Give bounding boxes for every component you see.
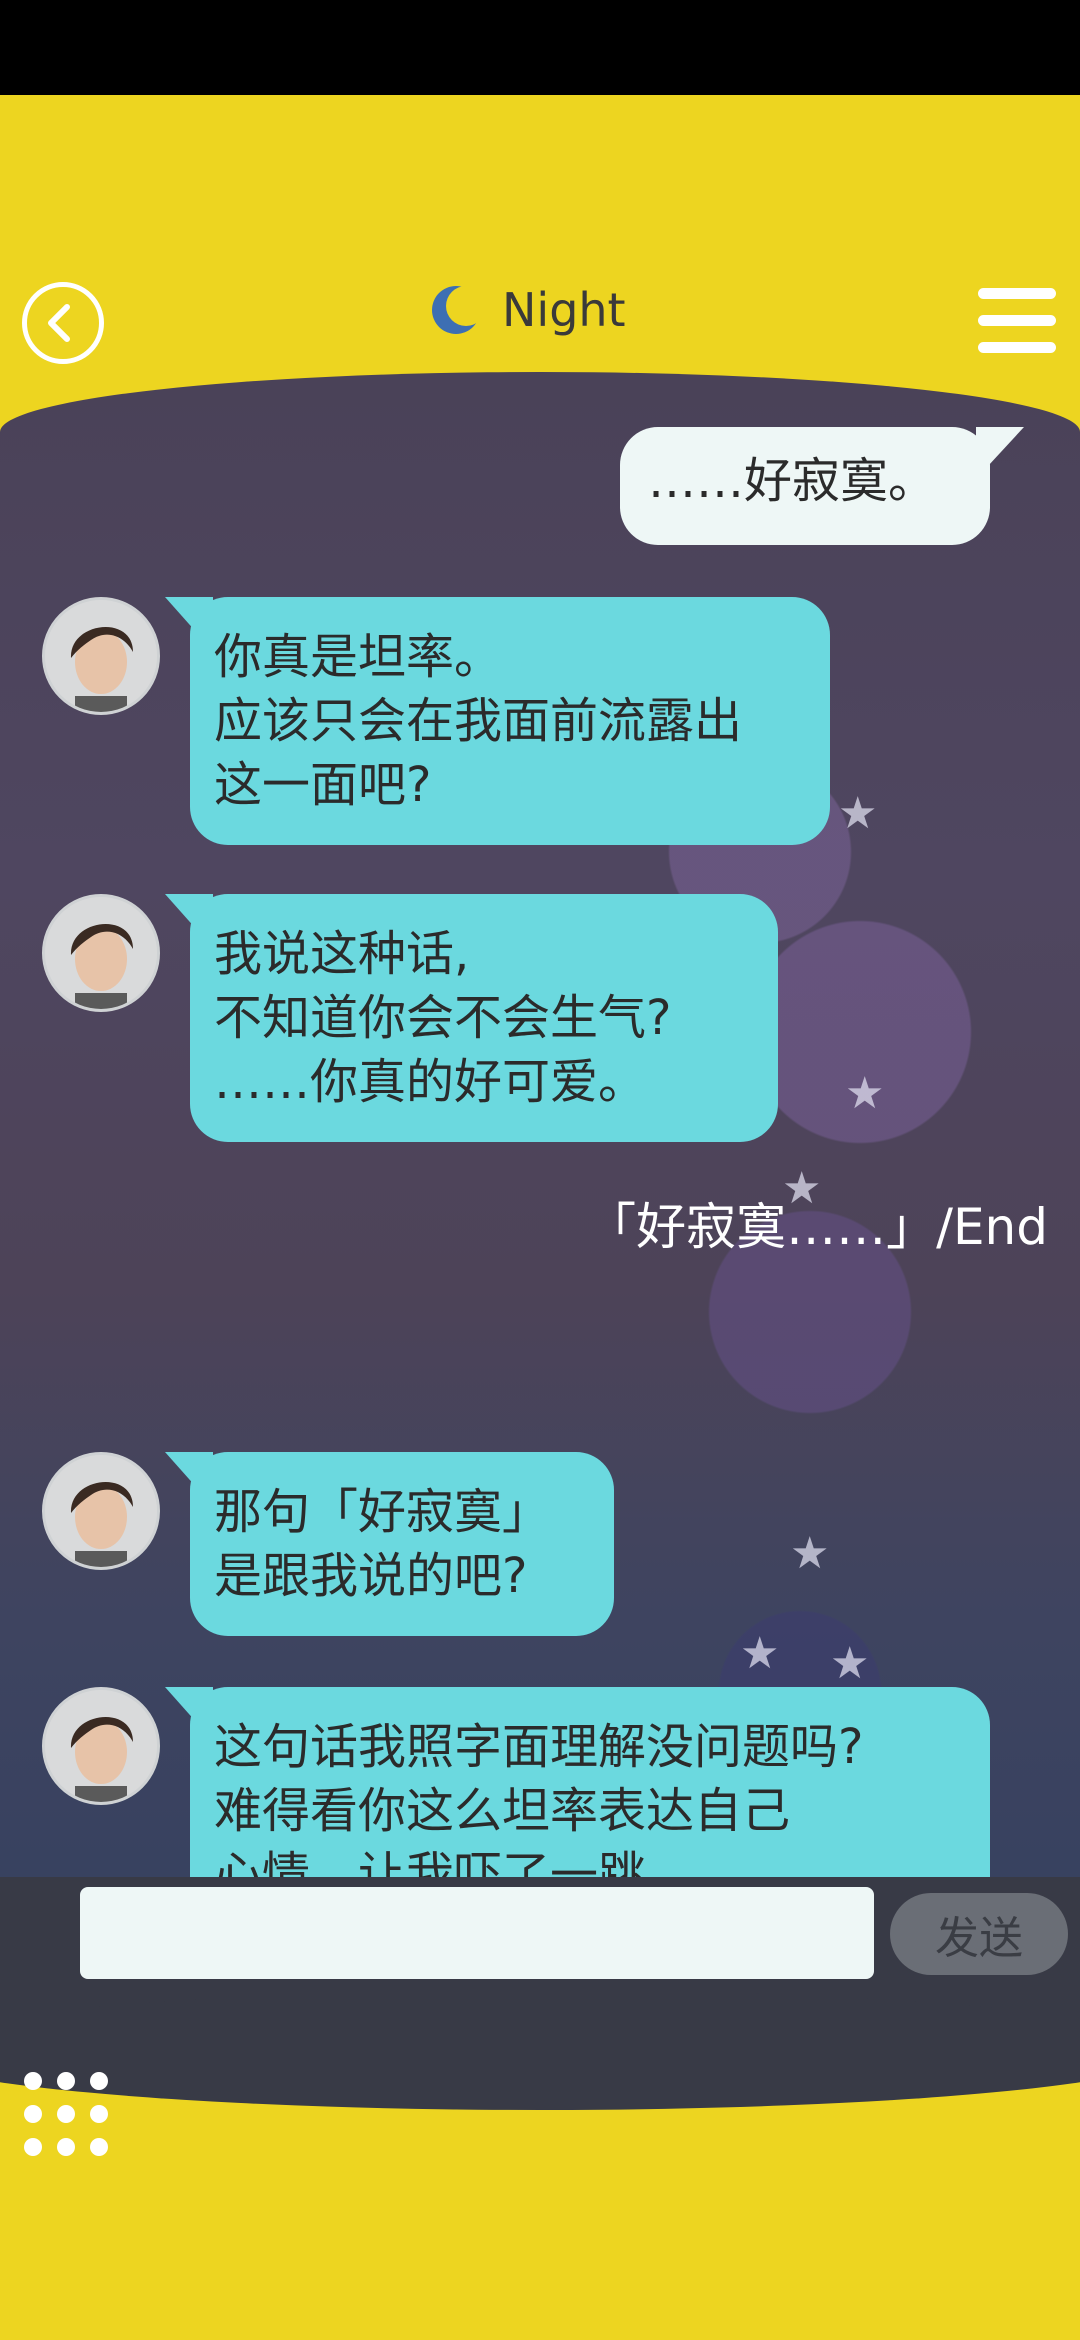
star-decoration: ★ bbox=[740, 1628, 780, 1679]
app-screen: Night ★ ★ ★ ★ ★ ★ ★ ……好寂寞。 你真是坦率。 应该只会在我… bbox=[0, 95, 1080, 2340]
avatar bbox=[42, 597, 160, 715]
character-message-bubble: 那句「好寂寞」 是跟我说的吧? bbox=[190, 1452, 614, 1636]
send-button[interactable]: 发送 bbox=[890, 1893, 1068, 1975]
episode-end-label[interactable]: 「好寂寞……」/End bbox=[586, 1187, 1048, 1259]
chat-area[interactable]: ★ ★ ★ ★ ★ ★ ★ ……好寂寞。 你真是坦率。 应该只会在我面前流露出 … bbox=[0, 372, 1080, 2037]
star-decoration: ★ bbox=[845, 1068, 885, 1119]
menu-button[interactable] bbox=[978, 288, 1056, 354]
star-decoration: ★ bbox=[790, 1528, 830, 1579]
header-title-wrap: Night bbox=[430, 280, 626, 340]
avatar bbox=[42, 1452, 160, 1570]
character-portrait bbox=[45, 1690, 157, 1802]
back-arrow-icon bbox=[48, 304, 70, 342]
grid-menu-button[interactable] bbox=[24, 2072, 108, 2156]
moon-icon bbox=[432, 286, 482, 334]
back-button[interactable] bbox=[22, 282, 104, 364]
star-decoration: ★ bbox=[838, 788, 878, 839]
page-title: Night bbox=[502, 283, 626, 337]
character-portrait bbox=[45, 1455, 157, 1567]
avatar bbox=[42, 1687, 160, 1805]
status-bar bbox=[0, 0, 1080, 95]
message-input[interactable] bbox=[80, 1887, 874, 1979]
avatar bbox=[42, 894, 160, 1012]
my-message-bubble: ……好寂寞。 bbox=[620, 427, 1024, 545]
character-message-bubble: 我说这种话, 不知道你会不会生气? ……你真的好可爱。 bbox=[190, 894, 778, 1142]
star-decoration: ★ bbox=[830, 1638, 870, 1689]
input-bar-curve bbox=[0, 1990, 1080, 2110]
character-message-bubble: 你真是坦率。 应该只会在我面前流露出 这一面吧? bbox=[190, 597, 830, 845]
character-portrait bbox=[45, 600, 157, 712]
character-portrait bbox=[45, 897, 157, 1009]
